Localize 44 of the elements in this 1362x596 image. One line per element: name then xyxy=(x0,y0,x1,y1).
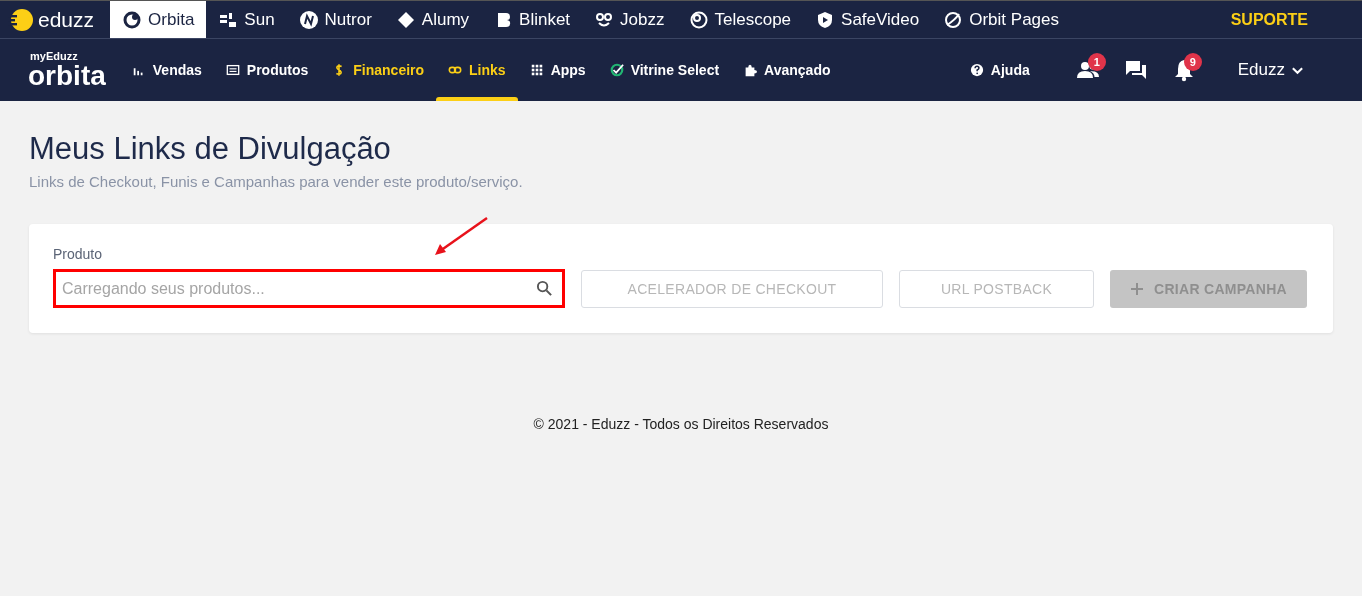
help-link[interactable]: Ajuda xyxy=(963,61,1036,79)
app-tab[interactable]: Telescope xyxy=(676,1,804,38)
contacts-button[interactable]: 1 xyxy=(1063,50,1112,90)
nav-item[interactable]: Apps xyxy=(517,39,598,101)
app-icon xyxy=(122,9,143,30)
copyright-text: © 2021 - Eduzz - Todos os Direitos Reservados xyxy=(532,416,830,432)
logo-text: orbita xyxy=(28,61,106,90)
brand-name: eduzz xyxy=(38,7,95,32)
logo-caption: myEduzz xyxy=(30,50,79,62)
app-icon xyxy=(943,9,964,30)
user-menu[interactable]: Eduzz xyxy=(1231,59,1310,81)
app-tab[interactable]: Nutror xyxy=(286,1,384,38)
app-tab[interactable]: SafeVideo xyxy=(803,1,932,38)
annotation-arrow xyxy=(432,216,490,258)
field-label: Produto xyxy=(53,246,104,262)
nav-item[interactable]: Links xyxy=(436,39,518,101)
nav-item[interactable]: Financeiro xyxy=(320,39,437,101)
nav-icon xyxy=(225,63,240,77)
support-link[interactable]: SUPORTE xyxy=(1230,10,1308,29)
app-tab[interactable]: Sun xyxy=(206,1,287,38)
app-tab[interactable]: Orbita xyxy=(110,1,207,38)
app-tab[interactable]: Alumy xyxy=(383,1,482,38)
nav-item[interactable]: Avançado xyxy=(731,39,843,101)
nav-item[interactable]: Vitrine Select xyxy=(597,39,732,101)
brand-logo-icon xyxy=(8,6,34,33)
plus-icon xyxy=(1129,282,1144,296)
app-tab[interactable]: Blinket xyxy=(481,1,583,38)
nav-icon xyxy=(609,63,624,77)
search-icon xyxy=(536,280,553,297)
app-icon xyxy=(298,9,319,30)
count-badge: 9 xyxy=(1183,53,1202,71)
nav-item[interactable]: Vendas xyxy=(119,39,214,101)
nav-icon xyxy=(529,63,544,77)
nav-icon xyxy=(743,63,758,77)
page-title: Meus Links de Divulgação xyxy=(29,131,392,167)
notifications-button[interactable]: 9 xyxy=(1159,50,1208,90)
nav-item[interactable]: Produtos xyxy=(213,39,321,101)
app-tab[interactable]: Orbit Pages xyxy=(931,1,1071,38)
page-subtitle: Links de Checkout, Funis e Campanhas para vender este produto/serviço. xyxy=(29,173,524,190)
product-search-field[interactable]: Carregando seus produtos... xyxy=(53,269,565,308)
help-icon xyxy=(969,63,984,77)
app-icon xyxy=(688,9,709,30)
count-badge: 1 xyxy=(1087,53,1106,71)
app-tab[interactable]: Jobzz xyxy=(582,1,677,38)
